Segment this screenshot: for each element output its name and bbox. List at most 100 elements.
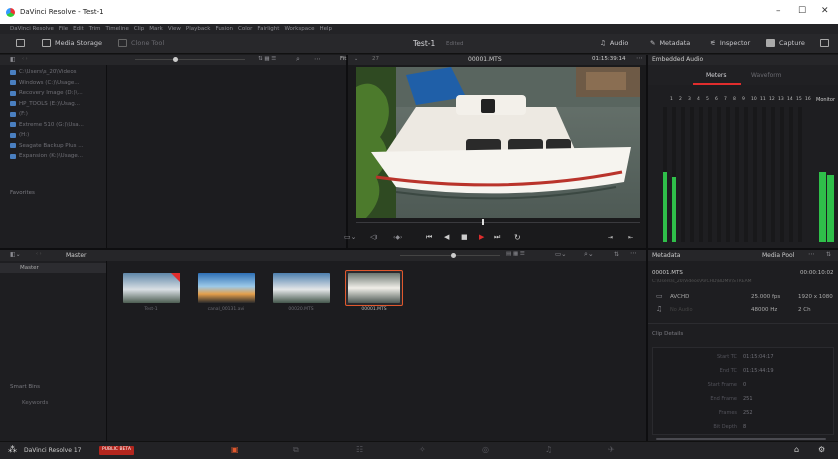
meta-clip-name: 00001.MTS bbox=[652, 270, 683, 276]
menu-color[interactable]: Color bbox=[238, 26, 252, 32]
go-to-end-icon[interactable]: ⏭ bbox=[494, 233, 500, 242]
settings-gear-icon[interactable]: ⚙ bbox=[818, 445, 825, 454]
search-icon[interactable]: ⌕ bbox=[296, 55, 300, 64]
channel-meter bbox=[762, 107, 766, 242]
viewer-scrubber[interactable] bbox=[356, 222, 640, 223]
menu-view[interactable]: View bbox=[168, 26, 181, 32]
volume-item[interactable]: Expansion (K:)\Usage... bbox=[0, 151, 106, 162]
page-fusion-icon[interactable]: ✧ bbox=[419, 445, 426, 454]
page-edit-icon[interactable]: ☷ bbox=[356, 445, 363, 454]
media-pool-dropdown[interactable]: Media Pool bbox=[762, 252, 794, 259]
meta-clip-duration: 00:00:10:02 bbox=[800, 270, 834, 276]
jog-icon[interactable]: ‹◆› bbox=[393, 234, 402, 241]
audio-button[interactable]: ♫ Audio bbox=[600, 39, 628, 47]
play-reverse-icon[interactable]: ◀ bbox=[444, 233, 449, 241]
menu-timeline[interactable]: Timeline bbox=[106, 26, 129, 32]
menu-edit[interactable]: Edit bbox=[73, 26, 84, 32]
clip-thumbnail[interactable] bbox=[123, 273, 180, 303]
volume-item[interactable]: Windows (C:)\Usage... bbox=[0, 78, 106, 89]
volume-icon[interactable]: ◁ı bbox=[370, 233, 377, 241]
thumbnail-size-slider[interactable] bbox=[135, 59, 245, 60]
volume-item[interactable]: HP_TOOLS (E:)\Usag... bbox=[0, 99, 106, 110]
meta-codec: AVCHD bbox=[670, 294, 690, 300]
pool-view-icons[interactable]: ▤ ▦ ☰ bbox=[506, 251, 525, 257]
sidebar-toggle-icon[interactable]: ◧ bbox=[10, 56, 16, 63]
metadata-more-icon[interactable]: ⋯ bbox=[808, 250, 815, 258]
playhead[interactable] bbox=[482, 219, 484, 225]
metadata-sort-icon[interactable]: ⇅ bbox=[826, 251, 831, 258]
pool-search-icon[interactable]: ⌕⌄ bbox=[584, 250, 594, 259]
loop-icon[interactable]: ↻ bbox=[514, 233, 521, 242]
volume-item[interactable]: C:\Users\s_20\Videos bbox=[0, 67, 106, 78]
page-fairlight-icon[interactable]: ♫ bbox=[545, 445, 552, 454]
zoom-level[interactable]: 27 bbox=[372, 56, 379, 62]
viewer-mode-icon[interactable]: ▭⌄ bbox=[344, 233, 356, 241]
bin-list-toggle-icon[interactable]: ◧⌄ bbox=[10, 251, 21, 258]
tab-waveform[interactable]: Waveform bbox=[751, 72, 781, 79]
page-cut-icon[interactable]: ⧉ bbox=[293, 445, 299, 455]
metadata-scrollbar[interactable] bbox=[656, 438, 826, 440]
clip-thumbnail[interactable] bbox=[198, 273, 255, 303]
metadata-button[interactable]: ✎ Metadata bbox=[650, 39, 690, 47]
slider-handle[interactable] bbox=[173, 57, 178, 62]
channel-label: 15 bbox=[796, 97, 802, 102]
pool-sort-icon[interactable]: ▭⌄ bbox=[555, 250, 567, 258]
volume-item[interactable]: Extreme 510 (G:)\Usa... bbox=[0, 120, 106, 131]
volume-item[interactable]: Recovery Image (D:)\... bbox=[0, 88, 106, 99]
pool-more-icon[interactable]: ⋯ bbox=[630, 249, 637, 257]
channel-meter bbox=[771, 107, 775, 242]
clip-thumbnail[interactable] bbox=[348, 273, 400, 303]
menu-workspace[interactable]: Workspace bbox=[284, 26, 314, 32]
capture-button[interactable]: Capture bbox=[766, 39, 805, 47]
clone-tool-button[interactable]: Clone Tool bbox=[118, 39, 164, 47]
volume-item[interactable]: (H:) bbox=[0, 130, 106, 141]
viewer-header: Fit ⌄ 27 00001.MTS 01:15:39:14 ⋯ bbox=[340, 54, 646, 65]
home-icon[interactable]: ⌂ bbox=[794, 445, 799, 454]
stop-icon[interactable]: ■ bbox=[461, 233, 468, 241]
volume-item[interactable]: Seagate Backup Plus ... bbox=[0, 141, 106, 152]
media-storage-button[interactable]: Media Storage bbox=[42, 39, 102, 47]
pool-filter-icon[interactable]: ⇅ bbox=[614, 251, 619, 258]
tree-master-row[interactable] bbox=[0, 263, 106, 273]
menu-fusion[interactable]: Fusion bbox=[215, 26, 233, 32]
bin-nav-icon[interactable]: ‹ › bbox=[36, 251, 42, 257]
expand-button[interactable] bbox=[820, 39, 829, 47]
more-options-icon[interactable]: ⋯ bbox=[314, 55, 321, 63]
capture-icon bbox=[766, 39, 775, 47]
mark-out-icon[interactable]: ⇤ bbox=[628, 234, 633, 241]
tab-meters[interactable]: Meters bbox=[706, 72, 727, 79]
fit-dropdown[interactable]: Fit bbox=[340, 56, 346, 62]
viewer-more-icon[interactable]: ⋯ bbox=[636, 54, 643, 62]
inspector-button[interactable]: ⚟ Inspector bbox=[710, 39, 750, 47]
menu-clip[interactable]: Clip bbox=[134, 26, 144, 32]
drive-icon bbox=[10, 111, 16, 117]
page-color-icon[interactable]: ◎ bbox=[482, 445, 489, 454]
page-media-icon[interactable]: ▣ bbox=[231, 445, 239, 454]
go-to-start-icon[interactable]: ⏮ bbox=[426, 233, 432, 242]
close-button[interactable]: ✕ bbox=[821, 6, 829, 16]
minimize-button[interactable]: – bbox=[776, 6, 781, 16]
menu-fairlight[interactable]: Fairlight bbox=[257, 26, 279, 32]
menu-trim[interactable]: Trim bbox=[89, 26, 101, 32]
back-icon[interactable]: ‹ › bbox=[22, 56, 28, 62]
volume-item[interactable]: (F:) bbox=[0, 109, 106, 120]
clip-label: 00020.MTS bbox=[288, 307, 314, 312]
smart-bin-keywords[interactable]: Keywords bbox=[22, 400, 48, 406]
fit-chevron-icon[interactable]: ⌄ bbox=[354, 56, 358, 62]
pool-size-slider[interactable] bbox=[400, 255, 500, 256]
view-mode-icons[interactable]: ⇅ ▦ ☰ bbox=[258, 56, 276, 62]
active-tab-indicator bbox=[693, 83, 741, 85]
menu-help[interactable]: Help bbox=[320, 26, 333, 32]
mark-in-icon[interactable]: ⇥ bbox=[608, 234, 613, 241]
panel-toggle-button[interactable] bbox=[16, 39, 25, 47]
menu-mark[interactable]: Mark bbox=[149, 26, 163, 32]
play-icon[interactable]: ▶ bbox=[479, 233, 484, 241]
clip-thumbnail[interactable] bbox=[273, 273, 330, 303]
menu-playback[interactable]: Playback bbox=[186, 26, 211, 32]
pool-slider-handle[interactable] bbox=[451, 253, 456, 258]
channel-label: 3 bbox=[688, 97, 691, 102]
menu-davinci[interactable]: DaVinci Resolve bbox=[10, 26, 54, 32]
page-deliver-icon[interactable]: ✈ bbox=[608, 445, 615, 454]
menu-file[interactable]: File bbox=[59, 26, 68, 32]
maximize-button[interactable]: ☐ bbox=[798, 6, 806, 16]
